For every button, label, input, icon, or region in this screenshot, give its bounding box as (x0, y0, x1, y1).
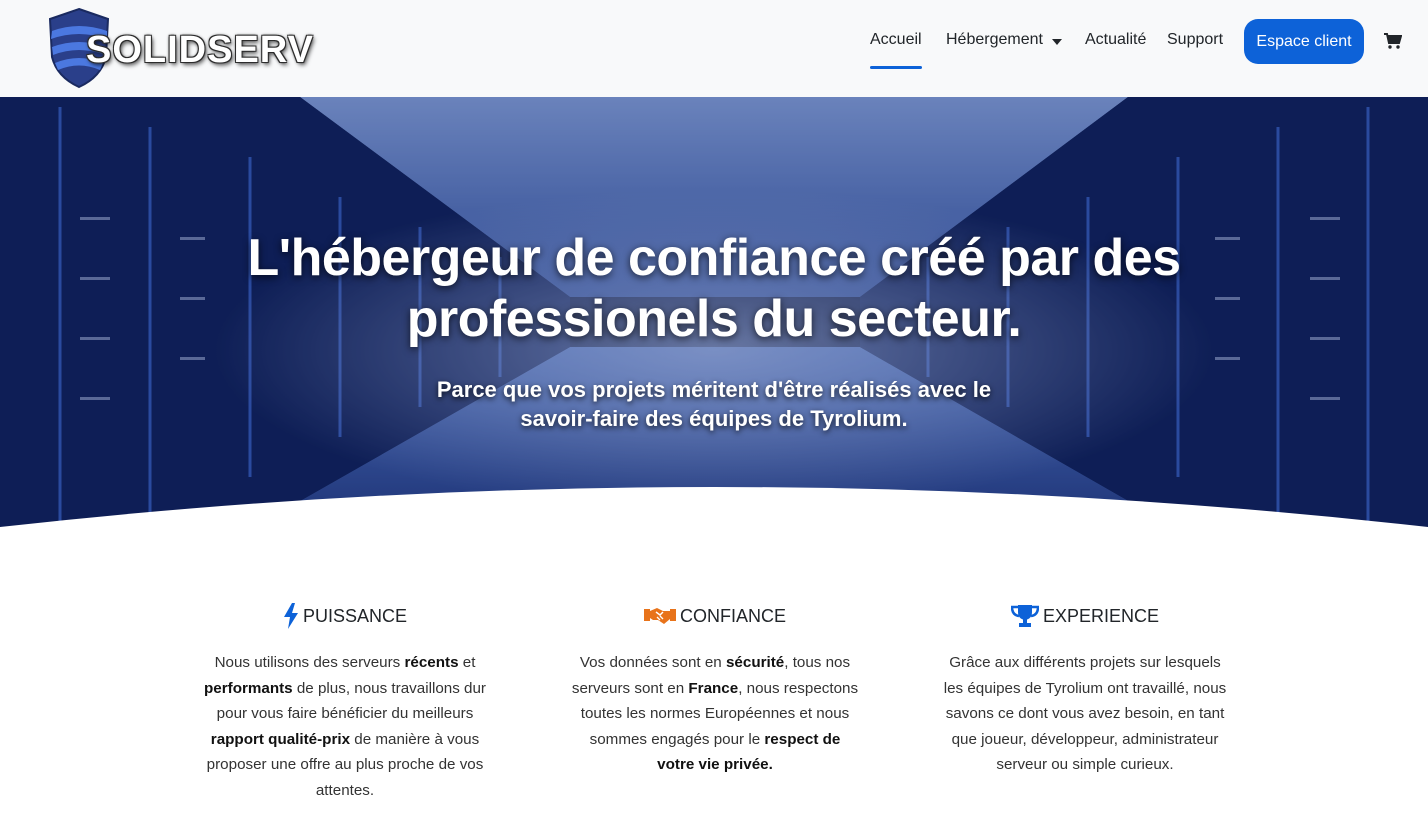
brand-name: SOLIDSERV (86, 29, 314, 71)
espace-client-button[interactable]: Espace client (1244, 19, 1364, 64)
trophy-icon (1010, 605, 1039, 627)
nav-item-accueil[interactable]: Accueil (870, 31, 922, 49)
hero-title: L'hébergeur de confiance créé par des pr… (247, 229, 1181, 348)
navbar: SOLIDSERV Accueil Hébergement Actualité … (0, 0, 1428, 97)
feature-description: Nous utilisons des serveurs récents et p… (204, 654, 486, 799)
hero-subtitle: Parce que vos projets méritent d'être ré… (436, 377, 992, 431)
hero-section: L'hébergeur de confiance créé par des pr… (0, 97, 1428, 558)
feature-puissance: PUISSANCE Nous utilisons des serveurs ré… (200, 600, 490, 804)
feature-description: Vos données sont en sécurité, tous nos s… (571, 654, 859, 774)
brand-logo[interactable]: SOLIDSERV (46, 7, 313, 91)
nav-item-hebergement[interactable]: Hébergement (946, 31, 1043, 49)
active-nav-indicator (870, 66, 922, 69)
feature-confiance: CONFIANCE Vos données sont en sécurité, … (570, 600, 860, 778)
shopping-cart-icon[interactable] (1384, 33, 1402, 49)
feature-header: PUISSANCE (200, 600, 490, 632)
feature-title: CONFIANCE (679, 605, 786, 626)
chevron-down-icon[interactable] (1052, 39, 1062, 45)
nav-item-actualite[interactable]: Actualité (1085, 31, 1146, 49)
feature-header: EXPERIENCE (940, 600, 1230, 632)
lightning-bolt-icon (283, 603, 298, 629)
nav-item-support[interactable]: Support (1167, 31, 1223, 49)
feature-header: CONFIANCE (570, 600, 860, 632)
feature-description: Grâce aux différents projets sur lesquel… (943, 654, 1227, 774)
feature-experience: EXPERIENCE Grâce aux différents projets … (940, 600, 1230, 778)
feature-title: PUISSANCE (302, 605, 408, 626)
feature-title: EXPERIENCE (1042, 605, 1160, 626)
handshake-icon (643, 608, 676, 624)
